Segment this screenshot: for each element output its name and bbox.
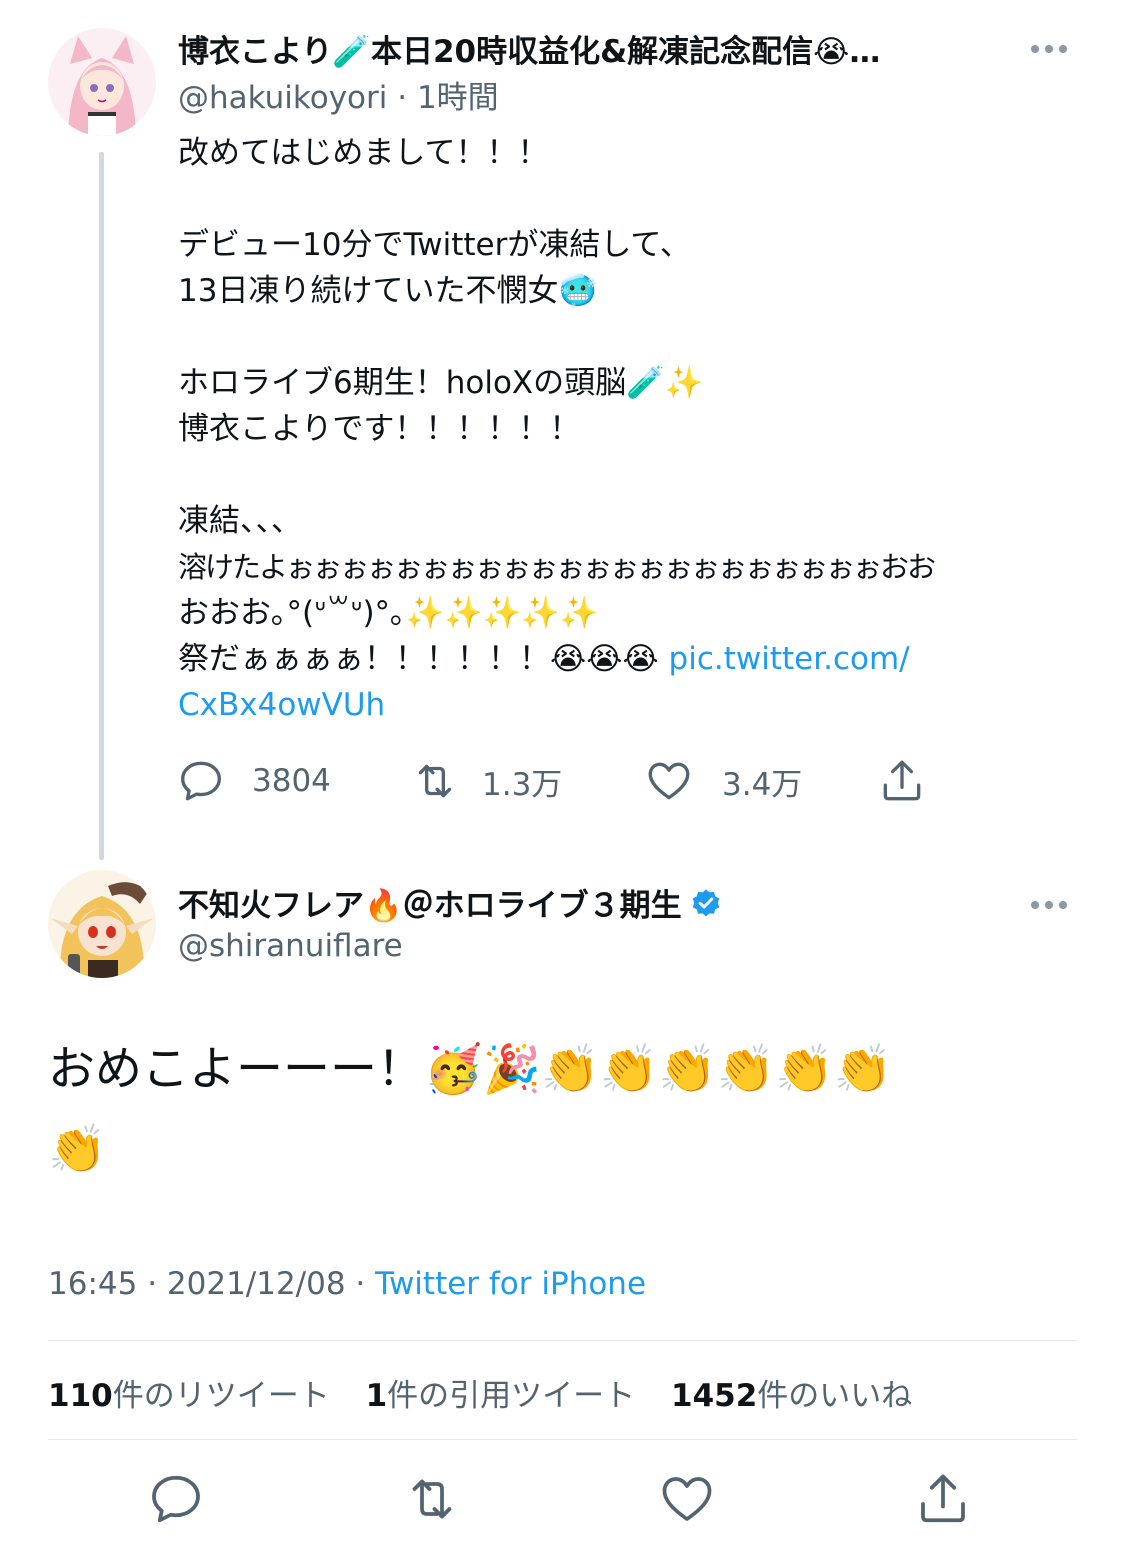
tweet1-retweet-button[interactable]: 1.3万 bbox=[410, 756, 562, 806]
tweet1-author-name[interactable]: 博衣こより🧪本日20時収益化&解凍記念配信😭… bbox=[178, 26, 880, 71]
tweet2-source-link[interactable]: Twitter for iPhone bbox=[375, 1266, 646, 1302]
quotes-stat[interactable]: 1件の引用ツイート bbox=[366, 1378, 636, 1414]
tweet1-reply-button[interactable]: 3804 bbox=[176, 756, 331, 806]
tweet1-body: 改めてはじめまして！！！ デビュー10分でTwitterが凍結して、 13日凍り… bbox=[178, 130, 936, 728]
divider bbox=[48, 1439, 1077, 1440]
avatar-shiranuiflare[interactable] bbox=[48, 870, 156, 978]
tweet2-handle[interactable]: @shiranuiflare bbox=[178, 928, 403, 964]
tweet1-line bbox=[178, 314, 934, 360]
avatar-hakuikoyori[interactable] bbox=[48, 28, 156, 136]
tweet2-author-name[interactable]: 不知火フレア🔥＠ホロライブ３期生 bbox=[178, 880, 682, 925]
tweet2-text-line2: 👏 bbox=[48, 1122, 107, 1177]
share-icon bbox=[921, 1474, 965, 1523]
tweet2-more-icon[interactable] bbox=[1031, 901, 1067, 909]
tweet2-text-line1: おめこよーーー！🥳🎉👏👏👏👏👏👏 bbox=[48, 1042, 893, 1097]
share-button[interactable] bbox=[913, 1469, 973, 1529]
like-icon bbox=[648, 762, 690, 800]
retweet-label: 件のリツイート bbox=[112, 1378, 330, 1414]
tweet1-line bbox=[178, 452, 934, 498]
tweet1-line: 13日凍り続けていた不憫女🥶 bbox=[178, 273, 598, 309]
tweet2-timestamp[interactable]: 16:45 · 2021/12/08 · bbox=[48, 1266, 375, 1302]
tweet1-line: 博衣こよりです！！！！！！ bbox=[178, 411, 581, 447]
retweet-count: 110 bbox=[48, 1378, 113, 1414]
tweet1-handle[interactable]: @hakuikoyori bbox=[178, 80, 387, 116]
like-label: 件のいいね bbox=[757, 1378, 913, 1414]
retweet-icon bbox=[418, 764, 452, 798]
tweet2-author-row: 不知火フレア🔥＠ホロライブ３期生 bbox=[178, 880, 722, 925]
tweet1-media-link-cont[interactable]: CxBx4owVUh bbox=[178, 682, 934, 728]
tweet1-line: 凍結、、、 bbox=[178, 503, 302, 539]
share-icon bbox=[883, 760, 921, 801]
likes-stat[interactable]: 1452件のいいね bbox=[671, 1378, 912, 1414]
tweet1-retweet-count: 1.3万 bbox=[482, 766, 563, 803]
like-icon bbox=[662, 1477, 712, 1521]
tweet2-stats: 110件のリツイート 1件の引用ツイート 1452件のいいね bbox=[48, 1370, 912, 1415]
tweet1-last-line-text: 祭だぁぁぁぁ！！！！！！😭😭😭 bbox=[178, 641, 669, 677]
tweet1-line: ホロライブ6期生！holoXの頭脳🧪✨ bbox=[178, 365, 704, 401]
tweet2-meta: 16:45 · 2021/12/08 · Twitter for iPhone bbox=[48, 1266, 646, 1302]
reply-icon bbox=[181, 761, 221, 801]
verified-badge-icon bbox=[690, 887, 722, 919]
tweet1-last-line: 祭だぁぁぁぁ！！！！！！😭😭😭 pic.twitter.com/ bbox=[178, 636, 934, 682]
tweet1-handle-row: @hakuikoyori · 1時間 bbox=[178, 72, 499, 117]
retweets-stat[interactable]: 110件のリツイート bbox=[48, 1378, 330, 1414]
thread-connector-line bbox=[99, 152, 104, 860]
reply-button[interactable] bbox=[146, 1469, 206, 1529]
like-button[interactable] bbox=[657, 1469, 717, 1529]
tweet1-like-button[interactable]: 3.4万 bbox=[644, 756, 802, 806]
tweet1-line: 溶けたよぉぉぉぉぉぉぉぉぉぉぉぉぉぉぉぉぉぉぉぉぉぉおお bbox=[178, 550, 936, 584]
quote-label: 件の引用ツイート bbox=[387, 1378, 636, 1414]
tweet1-like-count: 3.4万 bbox=[722, 766, 803, 803]
tweet1-more-icon[interactable] bbox=[1031, 45, 1067, 53]
retweet-icon bbox=[412, 1479, 452, 1519]
retweet-button[interactable] bbox=[402, 1469, 462, 1529]
tweet1-line: おおお｡°(ᐡ꒳ᐡ)°｡✨✨✨✨✨ bbox=[178, 595, 599, 631]
divider bbox=[48, 1340, 1077, 1341]
tweet1-time: · 1時間 bbox=[387, 80, 499, 116]
tweet1-reply-count: 3804 bbox=[252, 763, 331, 799]
tweet1-share-button[interactable] bbox=[877, 756, 927, 806]
tweet1-line: 改めてはじめまして！！！ bbox=[178, 135, 549, 171]
tweet1-media-link[interactable]: pic.twitter.com/ bbox=[669, 641, 910, 677]
tweet1-line: デビュー10分でTwitterが凍結して、 bbox=[178, 227, 691, 263]
like-count: 1452 bbox=[671, 1378, 758, 1414]
quote-count: 1 bbox=[365, 1378, 388, 1414]
tweet1-line bbox=[178, 176, 934, 222]
reply-icon bbox=[152, 1475, 200, 1523]
